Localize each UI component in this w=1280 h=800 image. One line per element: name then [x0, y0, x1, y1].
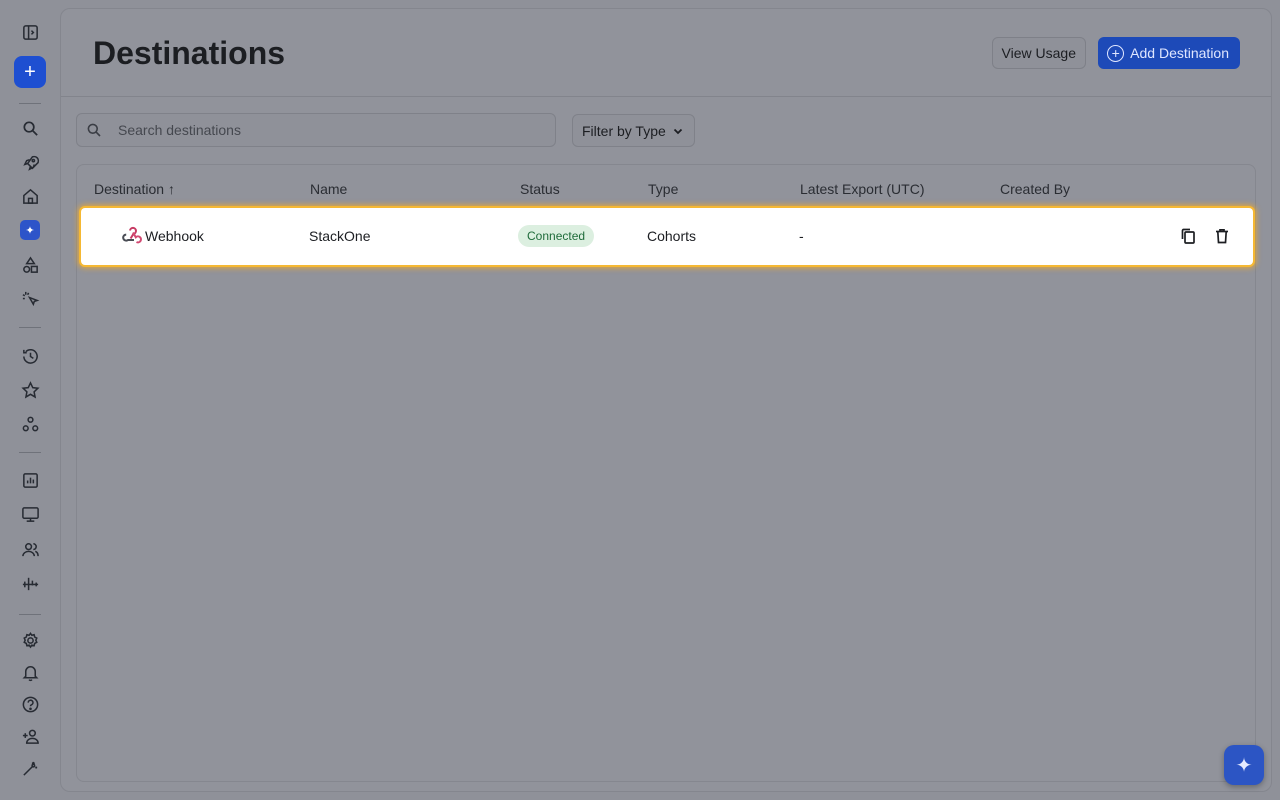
destinations-table: Destination ↑ Name Status Type Latest Ex… [76, 164, 1256, 782]
ai-sparkle-icon: ✦ [20, 220, 40, 240]
rocket-icon[interactable] [14, 147, 46, 179]
sidebar: + ✦ [0, 0, 60, 800]
column-header-name[interactable]: Name [310, 181, 347, 197]
bell-icon[interactable] [14, 656, 46, 688]
sidebar-divider [19, 452, 41, 453]
create-plus-button[interactable]: + [14, 56, 46, 88]
ai-assistant-fab[interactable]: ✦ [1224, 745, 1264, 785]
signal-icon[interactable] [14, 567, 46, 599]
page-title: Destinations [93, 35, 286, 71]
sparkle-icon: ✦ [1235, 754, 1253, 777]
delete-icon[interactable] [1211, 225, 1233, 247]
wand-icon[interactable] [14, 752, 46, 784]
search-box [76, 113, 556, 147]
sidebar-divider [19, 103, 41, 104]
shapes-icon[interactable] [14, 249, 46, 281]
latest-export-cell: - [799, 228, 804, 244]
filter-by-type-dropdown[interactable]: Filter by Type [572, 114, 695, 147]
column-header-latest-export[interactable]: Latest Export (UTC) [800, 181, 924, 197]
destination-cell: Webhook [145, 228, 204, 244]
page-header: Destinations View Usage + Add Destinatio… [61, 9, 1271, 97]
add-destination-button[interactable]: + Add Destination [1098, 37, 1240, 69]
filter-label: Filter by Type [582, 122, 666, 139]
plus-icon: + [24, 61, 36, 83]
gear-icon[interactable] [14, 624, 46, 656]
home-icon[interactable] [14, 180, 46, 212]
table-header: Destination ↑ Name Status Type Latest Ex… [77, 165, 1255, 211]
sidebar-divider [19, 327, 41, 328]
chart-icon[interactable] [14, 464, 46, 496]
click-icon[interactable] [14, 283, 46, 315]
chevron-down-icon [673, 128, 682, 134]
star-icon[interactable] [14, 374, 46, 406]
name-cell: StackOne [309, 228, 371, 244]
sort-ascending-icon: ↑ [167, 181, 175, 197]
webhook-icon [122, 226, 142, 244]
search-icon[interactable] [14, 112, 46, 144]
table-row[interactable]: Webhook StackOne Connected Cohorts - [81, 208, 1253, 265]
sidebar-toggle-icon[interactable] [14, 16, 46, 48]
search-input[interactable] [118, 122, 518, 138]
cohorts-icon[interactable] [14, 408, 46, 440]
users-icon[interactable] [14, 533, 46, 565]
column-header-destination[interactable]: Destination ↑ [94, 181, 175, 197]
copy-icon[interactable] [1177, 225, 1199, 247]
sidebar-divider [19, 614, 41, 615]
column-header-type[interactable]: Type [648, 181, 678, 197]
plus-circle-icon: + [1107, 44, 1125, 62]
column-header-created-by[interactable]: Created By [1000, 181, 1070, 197]
help-icon[interactable] [14, 688, 46, 720]
add-user-icon[interactable] [14, 720, 46, 752]
view-usage-button[interactable]: View Usage [991, 37, 1086, 69]
ai-assistant-button[interactable]: ✦ [14, 214, 46, 246]
search-icon [87, 123, 101, 137]
column-header-status[interactable]: Status [520, 181, 560, 197]
monitor-icon[interactable] [14, 498, 46, 530]
status-badge: Connected [518, 225, 595, 247]
history-icon[interactable] [14, 340, 46, 372]
add-destination-label: Add Destination [1130, 45, 1229, 61]
type-cell: Cohorts [647, 228, 697, 244]
main-panel: Destinations View Usage + Add Destinatio… [60, 8, 1272, 792]
